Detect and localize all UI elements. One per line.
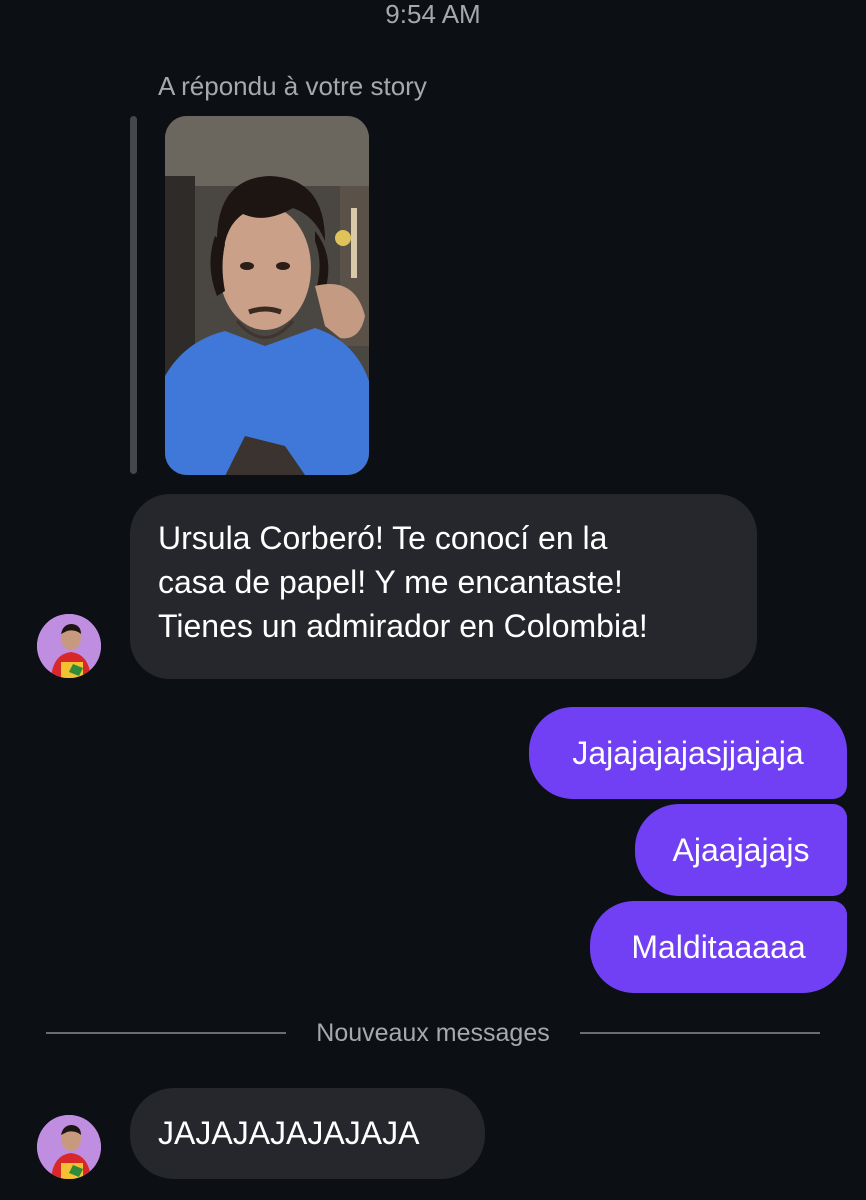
divider-line-right xyxy=(580,1032,820,1034)
outgoing-message-bubble[interactable]: Jajajajajasjjajaja xyxy=(529,707,847,799)
incoming-message-bubble[interactable]: JAJAJAJAJAJAJA xyxy=(130,1088,485,1179)
story-reply-bar xyxy=(130,116,137,474)
story-thumbnail[interactable] xyxy=(165,116,369,475)
incoming-message-bubble[interactable]: Ursula Corberó! Te conocí en la casa de … xyxy=(130,494,757,679)
outgoing-message-bubble[interactable]: Malditaaaaa xyxy=(590,901,847,993)
message-text-line: Tienes un admirador en Colombia! xyxy=(158,608,648,644)
avatar-image xyxy=(37,614,101,678)
outgoing-message-bubble[interactable]: Ajaajajajs xyxy=(635,804,847,896)
story-photo-image xyxy=(165,116,369,475)
contact-avatar[interactable] xyxy=(37,614,101,678)
message-text-line: Ursula Corberó! Te conocí en la xyxy=(158,520,608,556)
contact-avatar[interactable] xyxy=(37,1115,101,1179)
story-reply-label: A répondu à votre story xyxy=(158,71,427,101)
avatar-image xyxy=(37,1115,101,1179)
message-timestamp: 9:54 AM xyxy=(385,0,481,29)
new-messages-divider: Nouveaux messages xyxy=(0,1015,866,1051)
message-text-line: casa de papel! Y me encantaste! xyxy=(158,564,623,600)
